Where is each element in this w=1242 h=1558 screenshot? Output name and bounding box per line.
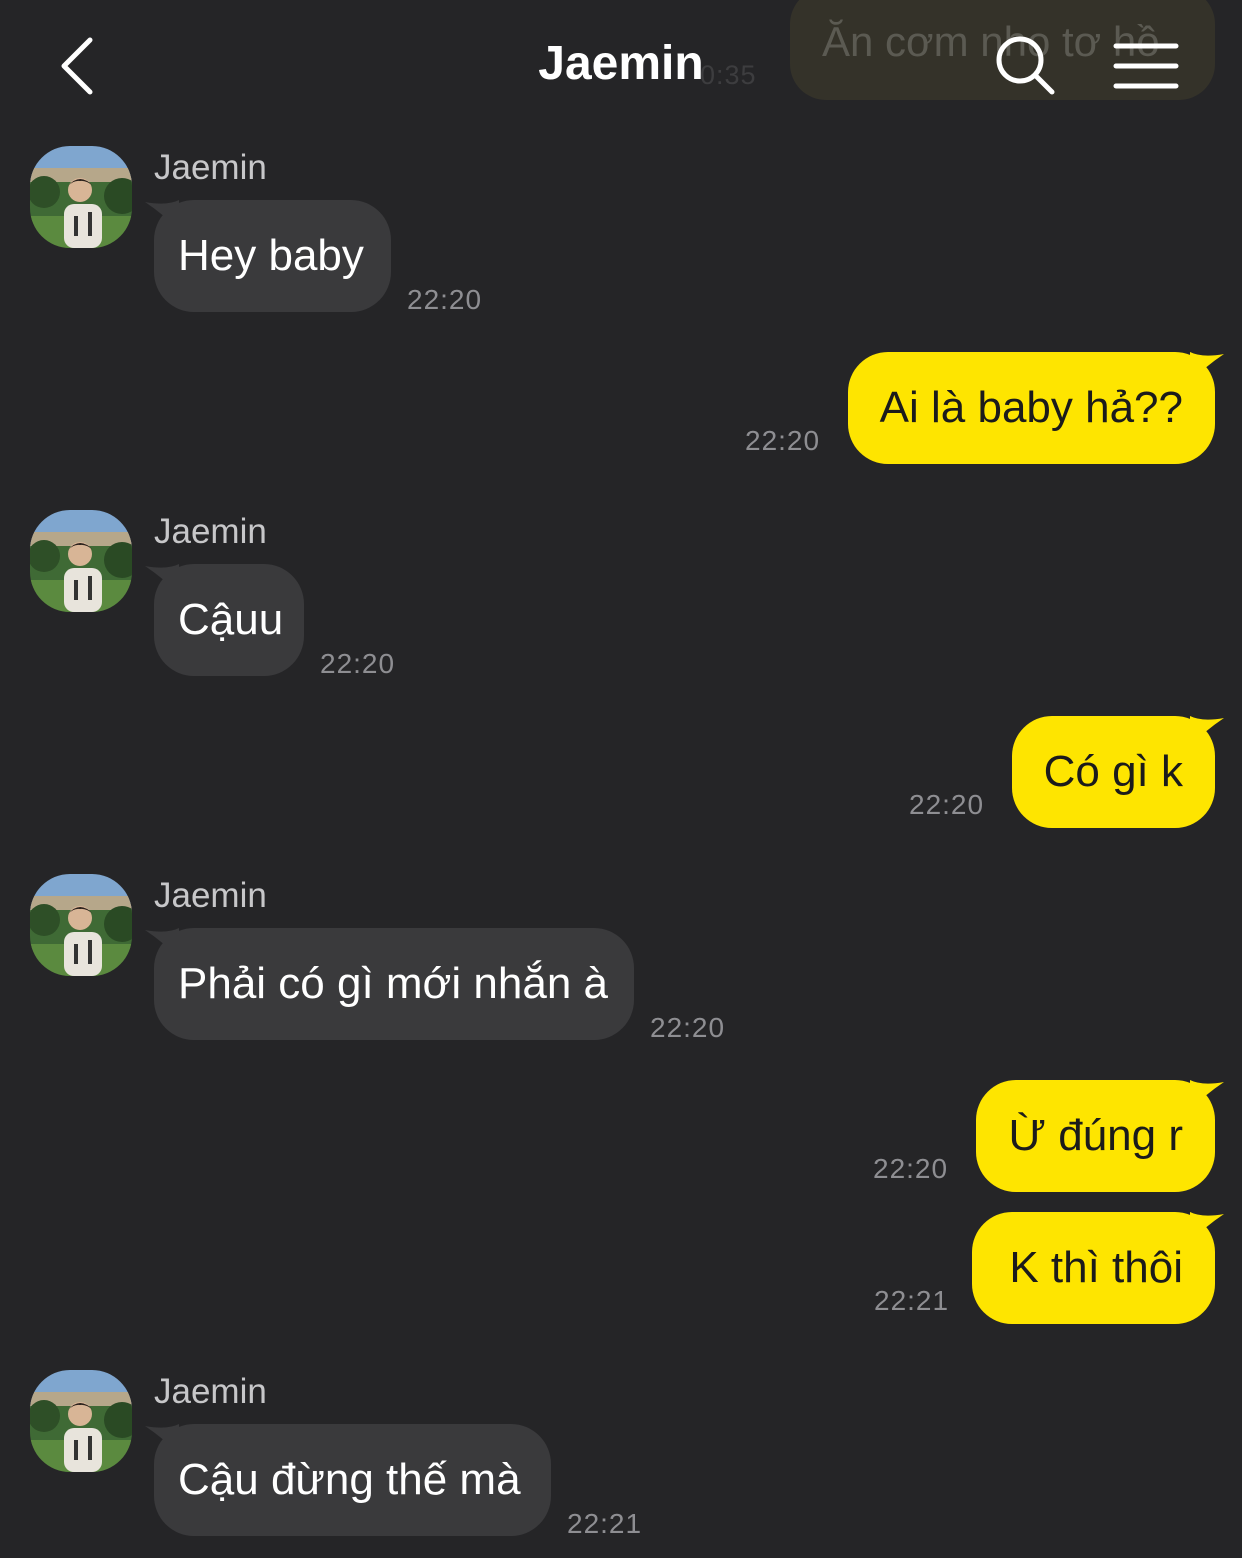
incoming-message-bubble[interactable]: Phải có gì mới nhắn à (145, 928, 634, 1040)
incoming-message-bubble[interactable]: Hey baby (145, 200, 391, 312)
avatar[interactable] (30, 1370, 132, 1472)
bubble-tail (1190, 716, 1224, 746)
outgoing-message-bubble[interactable]: Ai là baby hả?? (848, 352, 1224, 464)
message-text: Cậuu (178, 595, 284, 644)
notice-preview-text: Ăn cơm nho tơ hồ (822, 18, 1160, 65)
bubble-tail (1190, 1212, 1224, 1242)
avatar[interactable] (30, 510, 132, 612)
sender-name: Jaemin (154, 1372, 267, 1411)
message-time: 22:20 (650, 1012, 726, 1043)
message-time: 22:20 (407, 284, 483, 315)
bubble-tail (145, 928, 179, 958)
message-time: 22:20 (873, 1153, 949, 1184)
incoming-message-bubble[interactable]: Cậu đừng thế mà (145, 1424, 551, 1536)
bubble-tail (145, 200, 179, 230)
back-button[interactable] (50, 30, 110, 102)
message-text: Cậu đừng thế mà (178, 1455, 521, 1504)
message-text: Có gì k (1043, 747, 1183, 796)
avatar[interactable] (30, 874, 132, 976)
message-text: Ừ đúng r (1008, 1111, 1183, 1160)
message-time: 22:20 (745, 425, 821, 456)
menu-button[interactable] (1110, 38, 1182, 94)
bubble-tail (145, 564, 179, 594)
search-icon (996, 36, 1055, 95)
avatar[interactable] (30, 146, 132, 248)
message-text: Ai là baby hả?? (879, 383, 1183, 432)
outgoing-message-bubble[interactable]: Có gì k (1012, 716, 1224, 828)
message-text: Hey baby (178, 231, 364, 280)
message-time: 22:21 (874, 1285, 950, 1316)
chat-header: Ăn cơm nho tơ hồ 0:35 Jaemin (0, 0, 1242, 130)
message-time: 22:20 (909, 789, 985, 820)
outgoing-message-bubble[interactable]: Ừ đúng r (976, 1080, 1224, 1192)
bubble-tail (1190, 352, 1224, 382)
sender-name: Jaemin (154, 148, 267, 187)
message-time: 22:20 (320, 648, 396, 679)
search-button[interactable] (992, 32, 1058, 98)
message-time: 22:21 (567, 1508, 643, 1539)
message-text: Phải có gì mới nhắn à (178, 959, 608, 1008)
outgoing-message-bubble[interactable]: K thì thôi (972, 1212, 1224, 1324)
message-text: K thì thôi (1009, 1243, 1183, 1292)
bubble-tail (145, 1424, 179, 1454)
chat-title: Jaemin (538, 37, 704, 90)
bubble-tail (1190, 1080, 1224, 1110)
incoming-message-bubble[interactable]: Cậuu (145, 564, 304, 676)
menu-icon (1113, 43, 1179, 89)
sender-name: Jaemin (154, 512, 267, 551)
chevron-left-icon (61, 37, 93, 95)
sender-name: Jaemin (154, 876, 267, 915)
